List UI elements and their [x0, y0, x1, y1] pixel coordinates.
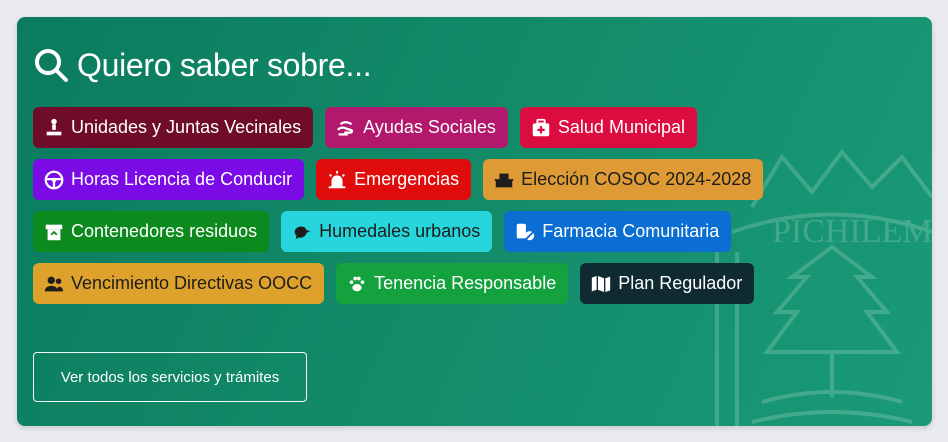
all-services-button[interactable]: Ver todos los servicios y trámites [33, 352, 307, 402]
steering-wheel-icon [44, 170, 64, 189]
chip-row: Contenedores residuos Humedales urbanos Fa… [33, 211, 913, 252]
services-card: PICHILEMU Quiero saber sobre... Unidades… [17, 17, 932, 426]
chip-farmacia-comunitaria[interactable]: Farmacia Comunitaria [504, 211, 732, 252]
pills-icon [516, 223, 535, 240]
chip-horas-licencia-de-conducir[interactable]: Horas Licencia de Conducir [33, 159, 305, 200]
quick-links: Unidades y Juntas Vecinales Ayudas Social… [33, 107, 913, 315]
chip-label: Salud Municipal [557, 117, 685, 137]
chip-emergencias[interactable]: Emergencias [316, 159, 472, 200]
chip-label: Ayudas Sociales [363, 117, 496, 137]
bird-icon [294, 226, 311, 239]
helping-hand-icon [337, 120, 354, 136]
map-icon [592, 275, 611, 292]
chip-label: Emergencias [354, 169, 460, 189]
chip-contenedores-residuos[interactable]: Contenedores residuos [33, 211, 270, 252]
chip-ayudas-sociales[interactable]: Ayudas Sociales [325, 107, 508, 148]
chip-label: Tenencia Responsable [374, 273, 557, 293]
chip-label: Farmacia Comunitaria [542, 221, 720, 241]
chip-row: Vencimiento Directivas OOCC Tenencia Resp… [33, 263, 913, 304]
chip-label: Vencimiento Directivas OOCC [71, 273, 313, 293]
neighborhood-icon [46, 118, 62, 135]
siren-icon [328, 170, 346, 188]
chip-eleccion-cosoc-2024-2028[interactable]: Elección COSOC 2024-2028 [483, 159, 764, 200]
chip-plan-regulador[interactable]: Plan Regulador [580, 263, 755, 304]
section-title: Quiero saber sobre... [33, 43, 372, 87]
search-icon [35, 49, 68, 82]
users-icon [44, 276, 64, 291]
chip-row: Horas Licencia de Conducir Emergencias Ele… [33, 159, 913, 200]
chip-vencimiento-directivas-oocc[interactable]: Vencimiento Directivas OOCC [33, 263, 325, 304]
section-title-text: Quiero saber sobre... [77, 46, 372, 83]
chip-label: Horas Licencia de Conducir [71, 169, 293, 189]
recycle-bin-icon [45, 224, 63, 240]
chip-label: Unidades y Juntas Vecinales [71, 117, 302, 137]
chip-label: Humedales urbanos [319, 221, 481, 241]
chip-label: Elección COSOC 2024-2028 [521, 169, 752, 189]
first-aid-kit-icon [532, 118, 550, 136]
chip-label: Contenedores residuos [71, 221, 258, 241]
chip-salud-municipal[interactable]: Salud Municipal [519, 107, 697, 148]
chip-humedales-urbanos[interactable]: Humedales urbanos [281, 211, 493, 252]
chip-unidades-y-juntas-vecinales[interactable]: Unidades y Juntas Vecinales [33, 107, 314, 148]
paw-icon [349, 276, 365, 291]
chip-label: Plan Regulador [618, 273, 743, 293]
chip-row: Unidades y Juntas Vecinales Ayudas Social… [33, 107, 913, 148]
chip-tenencia-responsable[interactable]: Tenencia Responsable [336, 263, 569, 304]
ballot-box-icon [495, 173, 514, 187]
